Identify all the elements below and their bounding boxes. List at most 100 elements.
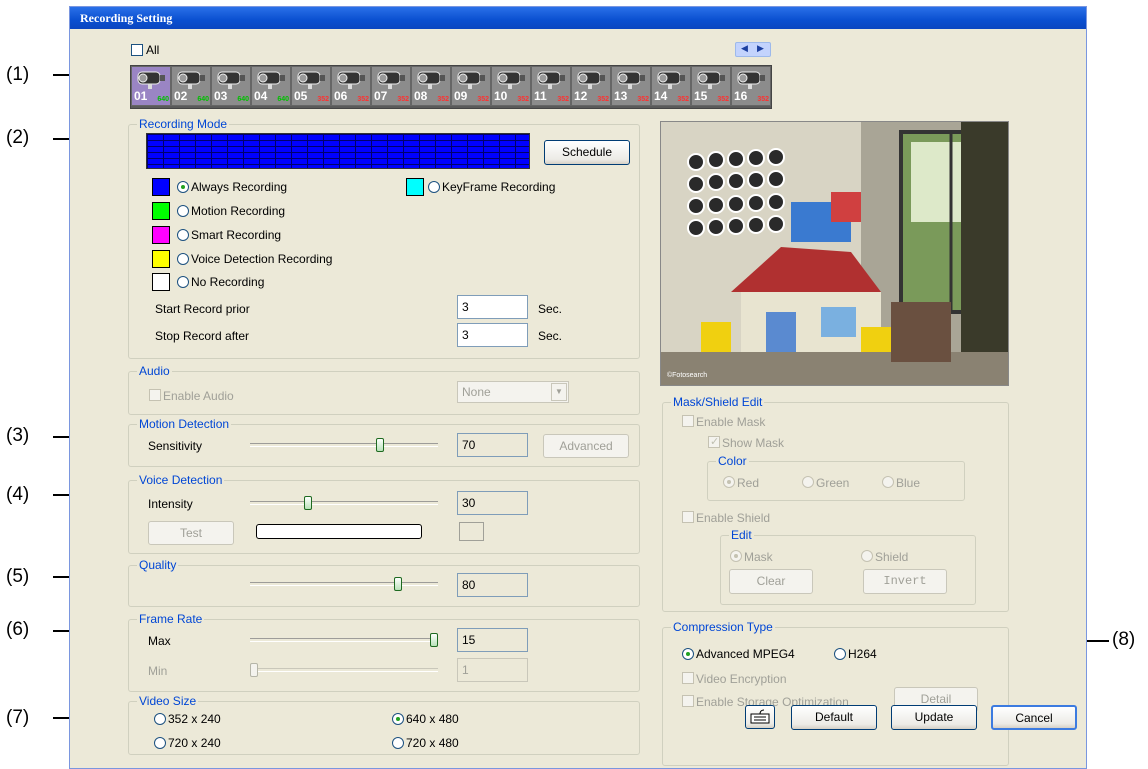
enable-mask-label: Enable Mask bbox=[696, 415, 766, 429]
camera-scroll-buttons: ◀ ▶ bbox=[735, 42, 771, 57]
min-fps-slider[interactable] bbox=[250, 663, 258, 677]
invert-button[interactable]: Invert bbox=[863, 569, 947, 594]
test-button[interactable]: Test bbox=[148, 521, 234, 545]
no-recording-radio[interactable] bbox=[177, 276, 189, 288]
smart-recording-radio[interactable] bbox=[177, 229, 189, 241]
quality-track bbox=[250, 582, 438, 586]
schedule-grid[interactable] bbox=[146, 133, 530, 169]
enable-mask-checkbox[interactable] bbox=[682, 415, 694, 427]
always-recording-radio[interactable] bbox=[177, 181, 189, 193]
storage-optimization-checkbox[interactable] bbox=[682, 695, 694, 707]
all-cameras-checkbox[interactable] bbox=[131, 44, 143, 56]
camera-icon bbox=[577, 71, 605, 89]
max-fps-slider[interactable] bbox=[430, 633, 438, 647]
camera-tile[interactable]: 09 352 bbox=[451, 66, 491, 106]
smart-recording-label: Smart Recording bbox=[191, 228, 282, 242]
voice-detection-recording-radio[interactable] bbox=[177, 253, 189, 265]
intensity-track bbox=[250, 501, 438, 505]
motion-detection-label: Motion Detection bbox=[137, 417, 232, 431]
advanced-button[interactable]: Advanced bbox=[543, 434, 629, 458]
enable-audio-checkbox[interactable] bbox=[149, 389, 161, 401]
edit-shield-radio[interactable] bbox=[861, 550, 873, 562]
intensity-slider[interactable] bbox=[304, 496, 312, 510]
video-size-label: Video Size bbox=[137, 694, 199, 708]
camera-number: 15 bbox=[694, 89, 708, 103]
camera-tile[interactable]: 05 352 bbox=[291, 66, 331, 106]
camera-number: 02 bbox=[174, 89, 188, 103]
sensitivity-track bbox=[250, 443, 438, 447]
camera-tile[interactable]: 04 640 bbox=[251, 66, 291, 106]
camera-resolution: 640 bbox=[197, 96, 209, 103]
chevron-down-icon[interactable]: ▼ bbox=[551, 383, 567, 401]
no-recording-label: No Recording bbox=[191, 275, 265, 289]
video-encryption-checkbox[interactable] bbox=[682, 672, 694, 684]
motion-recording-color bbox=[152, 202, 170, 220]
camera-tile[interactable]: 10 352 bbox=[491, 66, 531, 106]
camera-tile[interactable]: 12 352 bbox=[571, 66, 611, 106]
show-mask-checkbox[interactable] bbox=[708, 435, 720, 448]
chevron-left-icon[interactable]: ◀ bbox=[741, 43, 748, 54]
camera-icon bbox=[417, 71, 445, 89]
camera-number: 16 bbox=[734, 89, 748, 103]
camera-resolution: 352 bbox=[557, 96, 569, 103]
keyframe-recording-color bbox=[406, 178, 424, 196]
camera-tile[interactable]: 15 352 bbox=[691, 66, 731, 106]
camera-tile[interactable]: 11 352 bbox=[531, 66, 571, 106]
keyboard-button[interactable] bbox=[745, 705, 775, 729]
window-title: Recording Setting bbox=[70, 7, 1086, 29]
start-record-prior-input[interactable]: 3 bbox=[457, 295, 528, 319]
camera-icon bbox=[537, 71, 565, 89]
size-720x240-radio[interactable] bbox=[154, 737, 166, 749]
camera-resolution: 640 bbox=[277, 96, 289, 103]
camera-resolution: 640 bbox=[157, 96, 169, 103]
callout-5: (5) bbox=[6, 566, 30, 587]
camera-tile[interactable]: 07 352 bbox=[371, 66, 411, 106]
quality-group: Quality bbox=[128, 558, 640, 607]
sensitivity-slider[interactable] bbox=[376, 438, 384, 452]
advanced-mpeg4-radio[interactable] bbox=[682, 648, 694, 660]
size-352x240-radio[interactable] bbox=[154, 713, 166, 725]
color-green-radio[interactable] bbox=[802, 476, 814, 488]
update-button[interactable]: Update bbox=[891, 705, 977, 730]
chevron-right-icon[interactable]: ▶ bbox=[757, 43, 764, 54]
keyframe-recording-label: KeyFrame Recording bbox=[442, 180, 556, 194]
clear-button[interactable]: Clear bbox=[729, 569, 813, 594]
camera-tile[interactable]: 13 352 bbox=[611, 66, 651, 106]
start-record-prior-label: Start Record prior bbox=[155, 302, 250, 316]
camera-icon bbox=[377, 71, 405, 89]
color-label: Color bbox=[716, 454, 749, 468]
camera-icon bbox=[617, 71, 645, 89]
stop-record-after-input[interactable]: 3 bbox=[457, 323, 528, 347]
camera-icon bbox=[177, 71, 205, 89]
camera-tile[interactable]: 02 640 bbox=[171, 66, 211, 106]
h264-radio[interactable] bbox=[834, 648, 846, 660]
keyboard-icon bbox=[750, 709, 770, 724]
default-button[interactable]: Default bbox=[791, 705, 877, 730]
quality-slider[interactable] bbox=[394, 577, 402, 591]
camera-number: 09 bbox=[454, 89, 468, 103]
camera-resolution: 640 bbox=[237, 96, 249, 103]
color-blue-radio[interactable] bbox=[882, 476, 894, 488]
keyframe-recording-radio[interactable] bbox=[428, 181, 440, 193]
edit-mask-radio[interactable] bbox=[730, 550, 742, 562]
recording-setting-window: Recording Setting All ◀ ▶ 01 640 02 640 03 64… bbox=[69, 6, 1087, 769]
max-fps-track bbox=[250, 638, 438, 642]
camera-tile[interactable]: 14 352 bbox=[651, 66, 691, 106]
compression-type-label: Compression Type bbox=[671, 620, 775, 634]
color-red-radio[interactable] bbox=[723, 476, 735, 488]
min-fps-track bbox=[250, 668, 438, 672]
camera-tile[interactable]: 16 352 bbox=[731, 66, 771, 106]
size-720x240-label: 720 x 240 bbox=[168, 736, 221, 750]
camera-tile[interactable]: 03 640 bbox=[211, 66, 251, 106]
camera-tile[interactable]: 08 352 bbox=[411, 66, 451, 106]
cancel-button[interactable]: Cancel bbox=[991, 705, 1077, 730]
enable-shield-checkbox[interactable] bbox=[682, 511, 694, 523]
size-720x480-radio[interactable] bbox=[392, 737, 404, 749]
camera-icon bbox=[337, 71, 365, 89]
callout-4: (4) bbox=[6, 484, 30, 505]
size-640x480-radio[interactable] bbox=[392, 713, 404, 725]
camera-tile[interactable]: 06 352 bbox=[331, 66, 371, 106]
camera-tile[interactable]: 01 640 bbox=[131, 66, 171, 106]
schedule-button[interactable]: Schedule bbox=[544, 140, 630, 165]
motion-recording-radio[interactable] bbox=[177, 205, 189, 217]
